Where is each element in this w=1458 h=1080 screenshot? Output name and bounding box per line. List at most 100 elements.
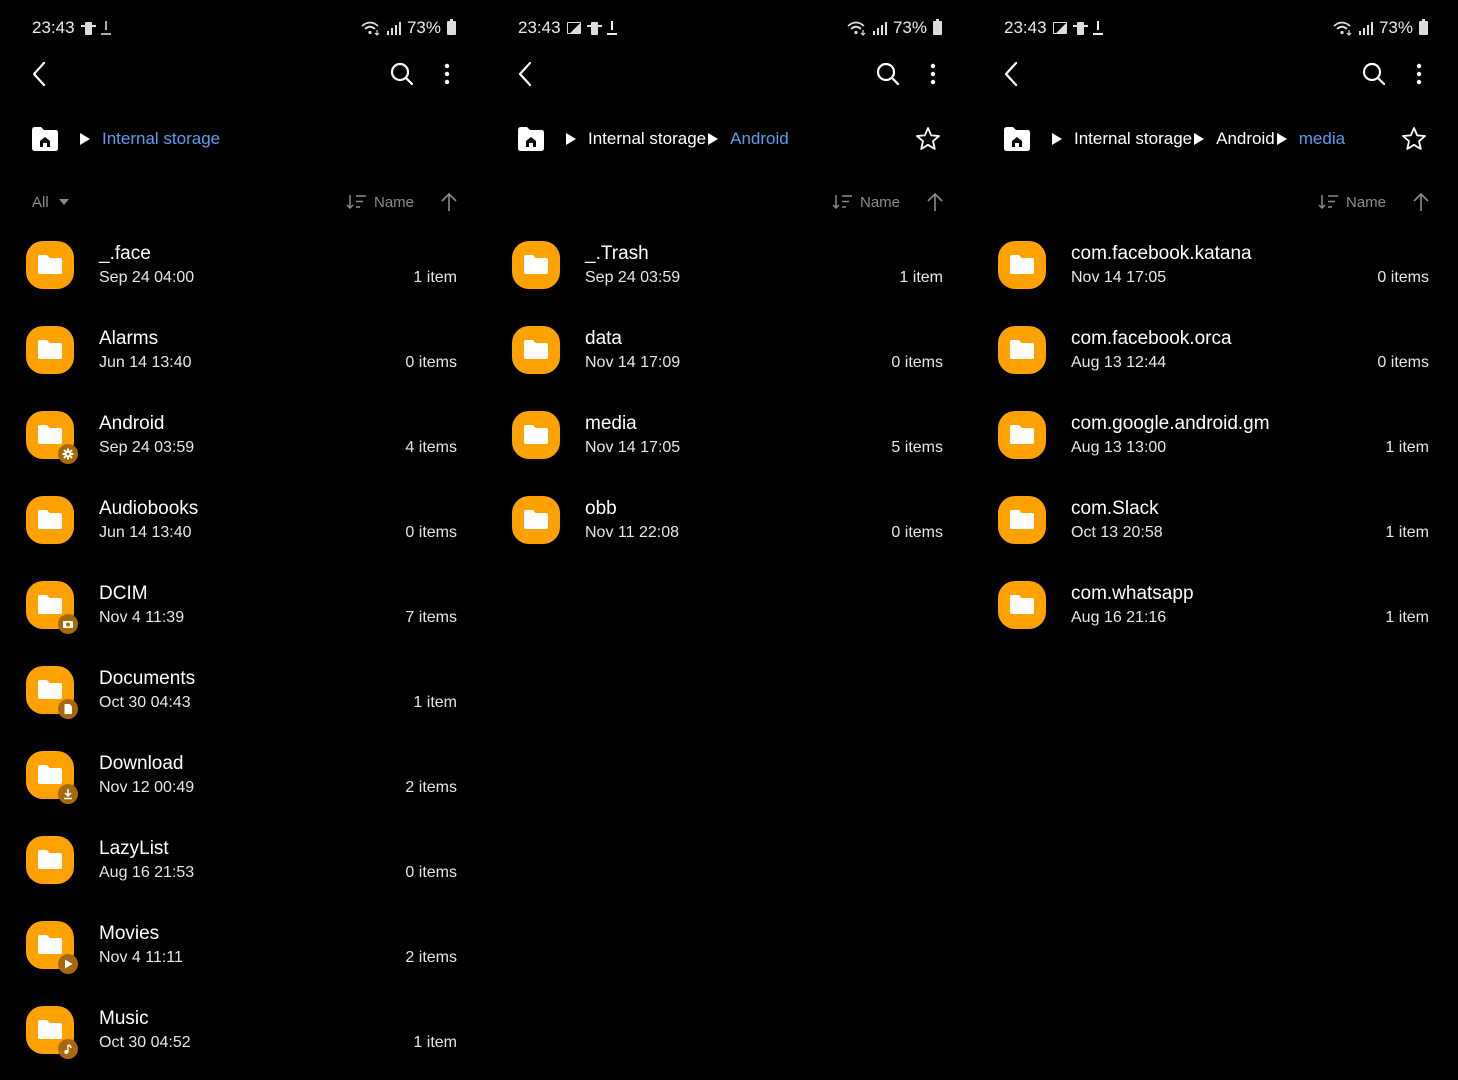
folder-item-count: 1 item [413,1034,457,1051]
favorite-button[interactable] [914,125,942,153]
sort-direction-button[interactable] [1412,192,1430,212]
folder-date: Aug 13 12:44 [1071,354,1167,371]
folder-item-count: 5 items [891,439,943,456]
folder-icon [26,581,78,634]
folder-list-item[interactable]: Documents Oct 30 04:43 1 item [0,648,486,733]
folder-name: data [585,328,622,349]
more-options-button[interactable] [436,60,458,88]
breadcrumb-item[interactable]: Internal storage [102,129,220,149]
folder-date: Jun 14 13:40 [99,354,192,371]
folder-list-item[interactable]: com.facebook.orca Aug 13 12:44 0 items [972,308,1458,393]
folder-list-item[interactable]: LazyList Aug 16 21:53 0 items [0,818,486,903]
folder-item-count: 0 items [405,354,457,371]
folder-name: _.Trash [585,243,649,264]
search-button[interactable] [874,60,902,88]
folder-item-count: 1 item [899,269,943,286]
more-options-button[interactable] [1408,60,1430,88]
folder-item-count: 1 item [413,694,457,711]
battery-icon [933,19,942,35]
more-vertical-icon [1416,63,1422,85]
music-note-icon [58,1039,78,1059]
folder-list: _.Trash Sep 24 03:59 1 item data Nov 14 17:0… [486,223,972,563]
filter-dropdown[interactable]: All [32,194,69,211]
folder-list-item[interactable]: media Nov 14 17:05 5 items [486,393,972,478]
sort-icon[interactable] [832,193,854,211]
folder-glyph-icon [38,680,62,699]
breadcrumb-item[interactable]: Android [1216,129,1275,149]
folder-list-item[interactable]: com.facebook.katana Nov 14 17:05 0 items [972,223,1458,308]
more-options-button[interactable] [922,60,944,88]
folder-list-item[interactable]: Download Nov 12 00:49 2 items [0,733,486,818]
sort-by-button[interactable]: Name [860,194,900,211]
folder-icon [998,411,1046,459]
back-button[interactable] [514,60,538,88]
folder-list-item[interactable]: Music Oct 30 04:52 1 item [0,988,486,1073]
folder-date: Aug 16 21:16 [1071,609,1167,626]
favorite-button[interactable] [1400,125,1428,153]
folder-icon [26,241,74,289]
folder-date: Nov 14 17:05 [1071,269,1167,286]
sort-direction-button[interactable] [440,192,458,212]
file-browser-panel: 23:43 73% Internal storage Android Name _.Tra… [486,0,972,1080]
folder-glyph-icon [1010,340,1034,359]
folder-item-count: 0 items [891,354,943,371]
folder-name: media [585,413,637,434]
breadcrumb: Internal storage Android [516,122,942,156]
sort-icon[interactable] [346,193,368,211]
folder-glyph-icon [524,425,548,444]
breadcrumb-item[interactable]: Internal storage [1074,129,1192,149]
folder-list-item[interactable]: data Nov 14 17:09 0 items [486,308,972,393]
breadcrumb-item[interactable]: media [1299,129,1345,149]
folder-list-item[interactable]: _.Trash Sep 24 03:59 1 item [486,223,972,308]
folder-date: Aug 16 21:53 [99,864,195,881]
folder-glyph-icon [38,935,62,954]
folder-icon [26,751,78,804]
folder-list-item[interactable]: DCIM Nov 4 11:39 7 items [0,563,486,648]
folder-list-item[interactable]: Alarms Jun 14 13:40 0 items [0,308,486,393]
back-arrow-icon [518,61,532,87]
folder-date: Nov 12 00:49 [99,779,195,796]
signal-icon [1358,21,1373,35]
sort-by-button[interactable]: Name [374,194,414,211]
folder-list-item[interactable]: com.whatsapp Aug 16 21:16 1 item [972,563,1458,648]
folder-list-item[interactable]: Movies Nov 4 11:11 2 items [0,903,486,988]
folder-list-item[interactable]: Android Sep 24 03:59 4 items [0,393,486,478]
folder-item-count: 7 items [405,609,457,626]
folder-name: Movies [99,923,160,944]
status-right: 73% [361,18,456,38]
folder-item-count: 1 item [1385,524,1429,541]
sort-controls: Name [1318,192,1430,212]
folder-date: Sep 24 04:00 [99,269,195,286]
folder-list-item[interactable]: com.Slack Oct 13 20:58 1 item [972,478,1458,563]
sort-by-button[interactable]: Name [1346,194,1386,211]
breadcrumb-item[interactable]: Android [730,129,789,149]
breadcrumb-separator-icon [1194,133,1205,145]
folder-list-item[interactable]: com.google.android.gm Aug 13 13:00 1 item [972,393,1458,478]
folder-icon [512,496,560,544]
signal-icon [872,21,887,35]
sort-direction-button[interactable] [926,192,944,212]
star-icon [1402,127,1426,150]
breadcrumb-separator-icon [80,133,90,145]
search-button[interactable] [388,60,416,88]
back-button[interactable] [28,60,52,88]
home-folder-icon[interactable] [516,126,546,152]
breadcrumb-separator-icon [708,133,719,145]
breadcrumb: Internal storage [30,122,456,156]
arrow-up-icon [1413,192,1429,211]
app-bar [972,52,1458,96]
home-folder-icon[interactable] [1002,126,1032,152]
folder-list-item[interactable]: _.face Sep 24 04:00 1 item [0,223,486,308]
sort-icon[interactable] [1318,193,1340,211]
home-folder-icon[interactable] [30,126,60,152]
folder-list-item[interactable]: obb Nov 11 22:08 0 items [486,478,972,563]
breadcrumb-item[interactable]: Internal storage [588,129,706,149]
folder-list-item[interactable]: Audiobooks Jun 14 13:40 0 items [0,478,486,563]
search-button[interactable] [1360,60,1388,88]
folder-glyph-icon [1010,595,1034,614]
back-arrow-icon [32,61,46,87]
folder-glyph-icon [1010,510,1034,529]
folder-icon [26,921,78,974]
folder-list: _.face Sep 24 04:00 1 item Alarms Jun 14 13:… [0,223,486,1073]
back-button[interactable] [1000,60,1024,88]
